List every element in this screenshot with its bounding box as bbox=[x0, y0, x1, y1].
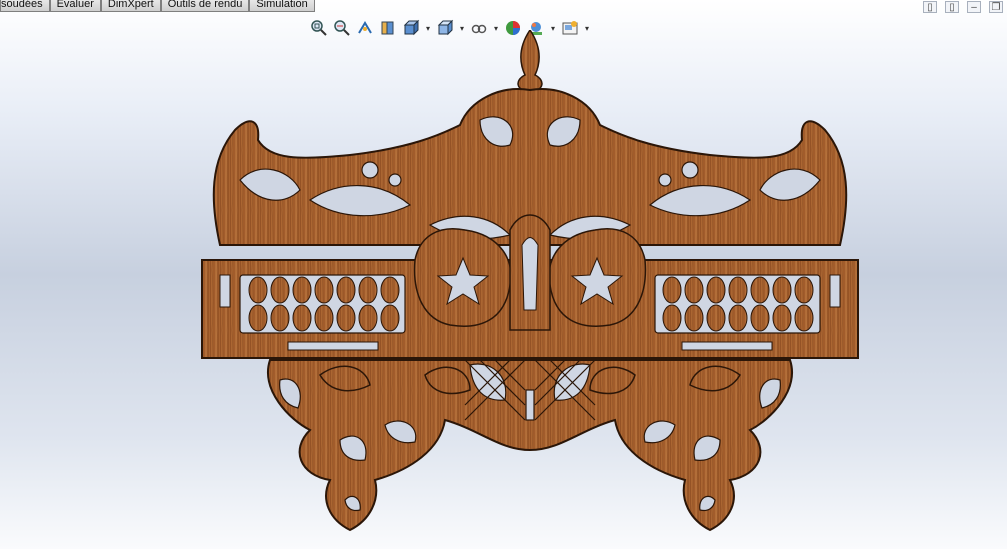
tab-simulation[interactable]: Simulation bbox=[249, 0, 315, 12]
restore-left-icon[interactable]: ▯ bbox=[923, 1, 937, 13]
tab-evaluer[interactable]: Évaluer bbox=[49, 0, 101, 12]
model-viewport-graphic bbox=[201, 28, 859, 532]
tab-outils-de-rendu[interactable]: Outils de rendu bbox=[160, 0, 250, 12]
window-controls: ▯ ▯ – ❐ bbox=[923, 1, 1003, 13]
ornamental-panel-model[interactable] bbox=[180, 28, 880, 545]
tab-dimxpert[interactable]: DimXpert bbox=[100, 0, 161, 12]
tab-soudees[interactable]: soudées bbox=[0, 0, 50, 12]
crown-finial bbox=[517, 28, 543, 93]
restore-right-icon[interactable]: ▯ bbox=[945, 1, 959, 13]
maximize-icon[interactable]: ❐ bbox=[989, 1, 1003, 13]
minimize-icon[interactable]: – bbox=[967, 1, 981, 13]
command-manager-tabs: soudées Évaluer DimXpert Outils de rendu… bbox=[0, 0, 315, 12]
